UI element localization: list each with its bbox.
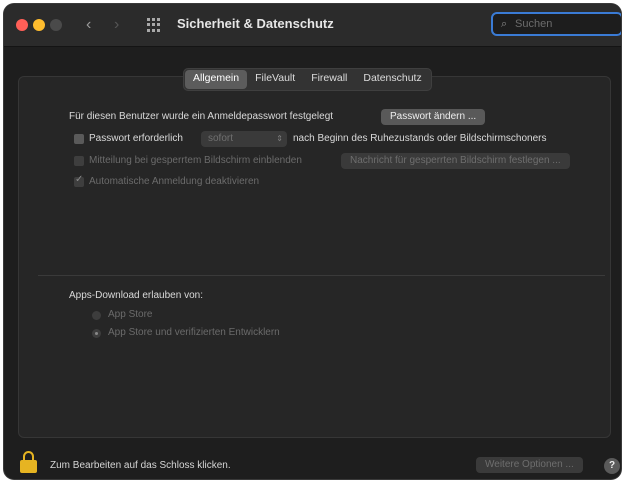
search-field[interactable]: ⌕ xyxy=(491,12,621,36)
tab-firewall[interactable]: Firewall xyxy=(303,70,355,89)
tab-allgemein[interactable]: Allgemein xyxy=(185,70,248,89)
content-panel xyxy=(18,76,611,438)
show-message-checkbox[interactable] xyxy=(74,156,84,166)
change-password-button[interactable]: Passwort ändern ... xyxy=(381,109,486,125)
radio-app-store-developers-label: App Store und verifizierten Entwicklern xyxy=(108,327,280,338)
disable-autologin-label: Automatische Anmeldung deaktivieren xyxy=(89,176,260,187)
radio-app-store[interactable] xyxy=(92,311,101,320)
checkmark-icon: ✓ xyxy=(75,174,84,185)
window-title: Sicherheit & Datenschutz xyxy=(177,16,334,31)
password-set-text: Für diesen Benutzer wurde ein Anmeldepas… xyxy=(69,111,334,122)
lock-icon[interactable] xyxy=(20,451,37,473)
require-password-value: sofort xyxy=(208,133,234,144)
require-password-label: Passwort erforderlich xyxy=(89,133,183,144)
back-icon[interactable]: ‹ xyxy=(86,15,91,35)
set-message-button[interactable]: Nachricht für gesperrten Bildschirm fest… xyxy=(341,153,570,169)
show-message-label: Mitteilung bei gesperrtem Bildschirm ein… xyxy=(89,155,302,166)
disable-autologin-checkbox[interactable]: ✓ xyxy=(74,174,84,187)
show-all-grid-icon[interactable] xyxy=(147,18,161,32)
lock-instruction-text: Zum Bearbeiten auf das Schloss klicken. xyxy=(50,460,231,471)
require-password-suffix: nach Beginn des Ruhezustands oder Bildsc… xyxy=(293,133,547,144)
zoom-window-button[interactable] xyxy=(50,19,62,31)
select-arrows-icon: ⇕ xyxy=(276,134,283,143)
search-input[interactable] xyxy=(515,17,605,31)
require-password-checkbox[interactable] xyxy=(74,134,84,144)
title-bar: ‹ › Sicherheit & Datenschutz ⌕ xyxy=(4,4,621,47)
preferences-window: ‹ › Sicherheit & Datenschutz ⌕ Allgemein… xyxy=(4,4,621,479)
tab-bar: Allgemein FileVault Firewall Datenschutz xyxy=(183,68,432,91)
close-window-button[interactable] xyxy=(16,19,28,31)
downloads-heading: Apps-Download erlauben von: xyxy=(69,290,203,301)
search-icon: ⌕ xyxy=(501,18,508,30)
tab-filevault[interactable]: FileVault xyxy=(247,70,303,89)
radio-selected-dot xyxy=(95,332,98,335)
advanced-options-button[interactable]: Weitere Optionen ... xyxy=(476,457,583,473)
forward-icon[interactable]: › xyxy=(114,15,119,35)
section-divider xyxy=(38,275,605,276)
radio-app-store-label: App Store xyxy=(108,309,153,320)
radio-app-store-developers[interactable] xyxy=(92,329,101,338)
minimize-window-button[interactable] xyxy=(33,19,45,31)
tab-datenschutz[interactable]: Datenschutz xyxy=(355,70,429,89)
help-icon[interactable]: ? xyxy=(604,458,620,474)
require-password-select[interactable]: sofort ⇕ xyxy=(201,131,287,147)
